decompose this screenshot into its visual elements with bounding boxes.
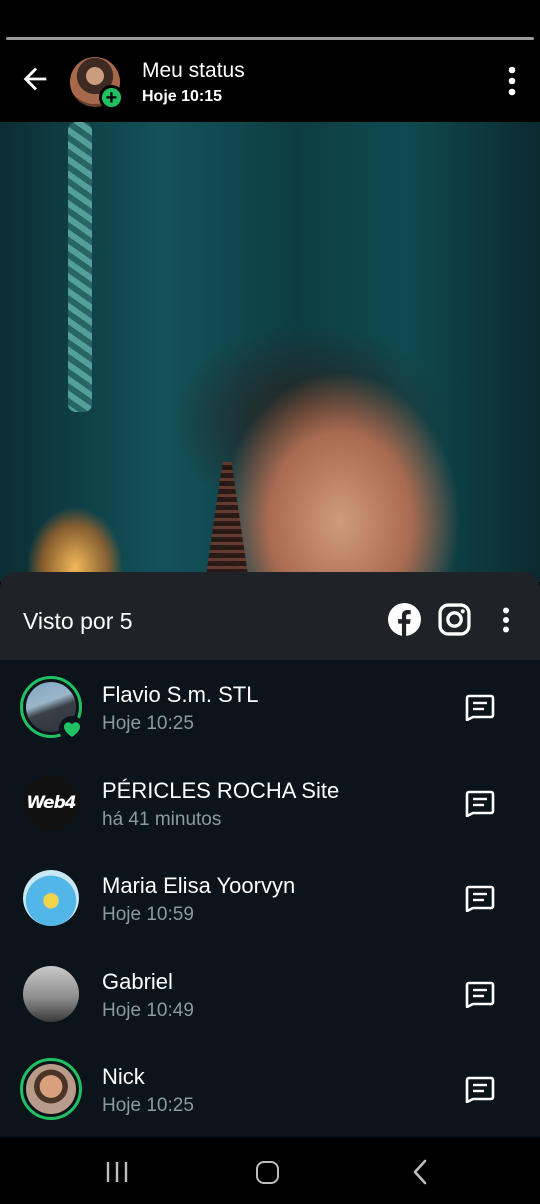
viewer-name: Flavio S.m. STL (102, 682, 259, 707)
message-icon[interactable] (464, 884, 496, 912)
message-icon[interactable] (464, 789, 496, 817)
status-header: + Meu status Hoje 10:15 (0, 40, 540, 122)
avatar[interactable]: Web4 (23, 774, 79, 831)
viewer-name: Nick (102, 1064, 145, 1089)
home-icon[interactable] (256, 1161, 279, 1184)
back-chevron-icon[interactable] (410, 1159, 430, 1185)
viewer-time: Hoje 10:25 (102, 713, 194, 734)
viewer-row[interactable]: Web4 PÉRICLES ROCHA Site há 41 minutos (0, 756, 540, 852)
avatar-image (26, 1064, 76, 1114)
status-time: Hoje 10:15 (142, 88, 223, 105)
message-icon[interactable] (464, 980, 496, 1008)
viewer-time: Hoje 10:25 (102, 1095, 194, 1116)
avatar[interactable] (20, 1058, 82, 1120)
viewers-sheet: Visto por 5 Flavio S.m. STL Hoje 10:25 W… (0, 572, 540, 1137)
viewer-row[interactable]: Nick Hoje 10:25 (0, 1042, 540, 1137)
system-nav-bar (0, 1137, 540, 1204)
heart-icon (59, 716, 85, 742)
viewer-name: Maria Elisa Yoorvyn (102, 873, 296, 898)
avatar-logo-text: Web4 (26, 792, 76, 813)
viewer-name: PÉRICLES ROCHA Site (102, 777, 340, 803)
instagram-icon[interactable] (438, 603, 471, 636)
status-media-rope (68, 122, 92, 412)
more-vert-icon[interactable] (508, 66, 516, 96)
viewer-name: Gabriel (102, 968, 173, 994)
viewer-row[interactable]: Gabriel Hoje 10:49 (0, 947, 540, 1043)
back-arrow-icon[interactable] (18, 62, 52, 96)
seen-count-title: Visto por 5 (23, 608, 133, 634)
viewer-time: Hoje 10:49 (102, 999, 194, 1021)
status-media-earring (205, 462, 249, 582)
viewer-time: há 41 minutos (102, 808, 222, 830)
facebook-icon[interactable] (388, 603, 421, 636)
status-media[interactable] (0, 122, 540, 582)
plus-icon[interactable]: + (99, 85, 124, 110)
viewer-time: Hoje 10:59 (102, 904, 194, 925)
viewers-list: Flavio S.m. STL Hoje 10:25 Web4 PÉRICLES… (0, 660, 540, 1137)
message-icon[interactable] (464, 693, 496, 721)
viewers-sheet-header: Visto por 5 (0, 572, 540, 660)
recent-apps-icon[interactable] (105, 1161, 129, 1183)
sheet-more-vert-icon[interactable] (502, 607, 510, 633)
viewer-row[interactable]: Maria Elisa Yoorvyn Hoje 10:59 (0, 851, 540, 947)
avatar[interactable] (23, 965, 79, 1022)
avatar[interactable] (23, 870, 79, 926)
message-icon[interactable] (464, 1075, 496, 1103)
page-title: Meu status (142, 59, 245, 82)
viewer-row[interactable]: Flavio S.m. STL Hoje 10:25 (0, 660, 540, 756)
